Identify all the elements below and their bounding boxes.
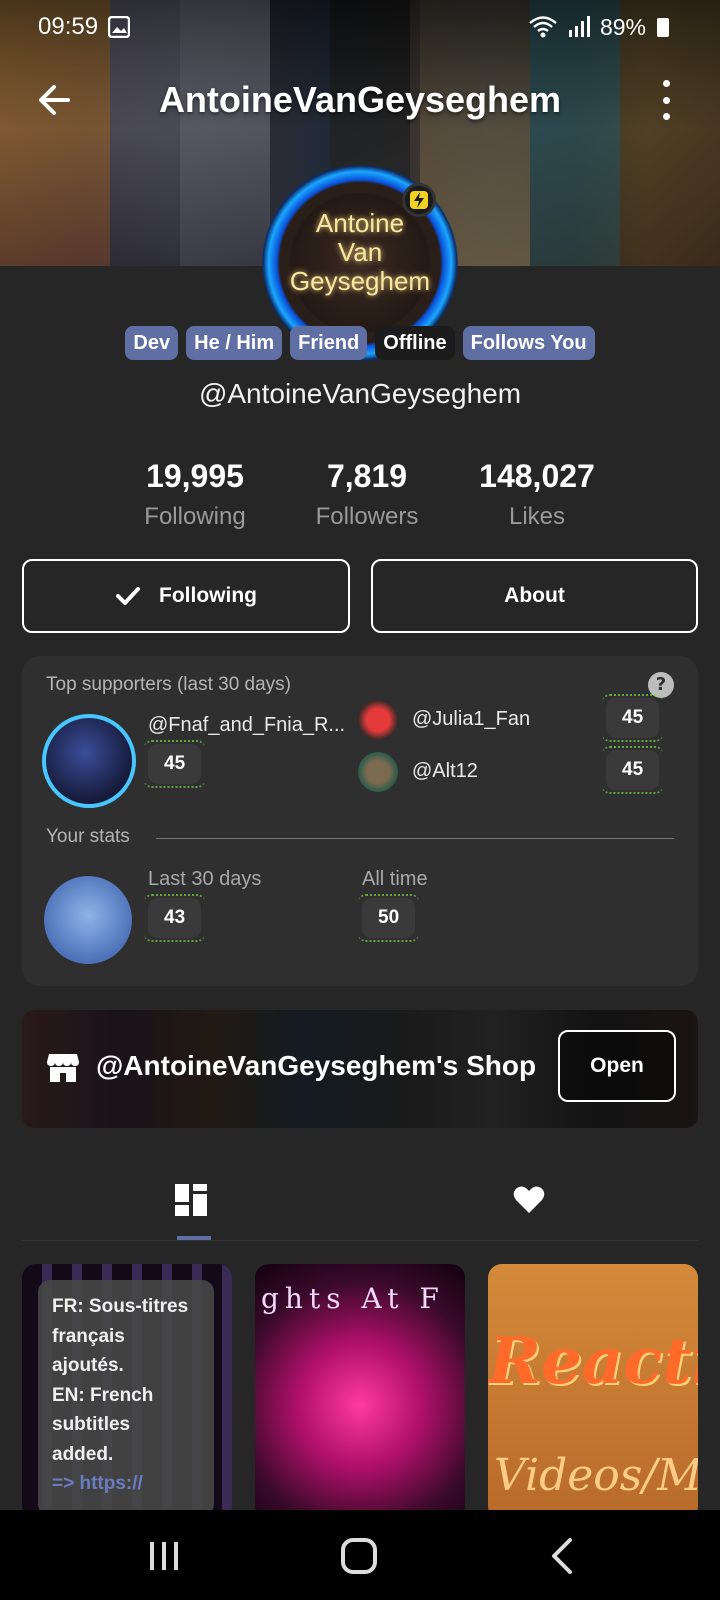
back-icon[interactable] bbox=[542, 1534, 586, 1578]
following-button-label: Following bbox=[159, 584, 257, 607]
about-button-label: About bbox=[504, 584, 565, 607]
badge-pronouns: He / Him bbox=[186, 326, 283, 360]
creator-badge-icon bbox=[402, 183, 436, 217]
supporters-card: Top supporters (last 30 days) ? @Fnaf_an… bbox=[22, 656, 698, 986]
more-options-icon[interactable] bbox=[658, 80, 674, 120]
tab-divider bbox=[22, 1240, 698, 1241]
all-time-value: 50 bbox=[357, 894, 420, 942]
supporter-avatar[interactable] bbox=[358, 752, 398, 792]
recent-apps-icon[interactable] bbox=[142, 1534, 186, 1578]
top-app-bar: AntoineVanGeyseghem bbox=[0, 70, 720, 130]
system-nav-bar bbox=[0, 1510, 720, 1600]
video-description-overlay: FR: Sous-titres français ajoutés. EN: Fr… bbox=[38, 1280, 214, 1516]
badge-follows-you: Follows You bbox=[462, 326, 595, 360]
supporter-amount: 45 bbox=[601, 694, 664, 742]
battery-percent: 89% bbox=[599, 13, 646, 40]
supporter-amount: 45 bbox=[601, 746, 664, 794]
back-arrow-icon[interactable] bbox=[34, 80, 74, 120]
supporter-name[interactable]: @Julia1_Fan bbox=[412, 708, 530, 731]
status-bar: 09:59 89% bbox=[38, 10, 670, 44]
active-tab-indicator bbox=[177, 1236, 211, 1240]
stat-followers[interactable]: 7,819 Followers bbox=[282, 458, 452, 531]
content-tabs bbox=[22, 1160, 698, 1240]
about-button[interactable]: About bbox=[371, 559, 698, 633]
stat-label: Followers bbox=[315, 503, 419, 530]
thumbnail-text: Reacti bbox=[488, 1324, 698, 1399]
gallery-icon bbox=[108, 16, 131, 38]
top-supporter-amount: 45 bbox=[143, 740, 206, 788]
my-avatar bbox=[44, 876, 132, 964]
badge-offline: Offline bbox=[375, 326, 455, 360]
profile-badges: Dev He / Him Friend Offline Follows You bbox=[0, 326, 720, 360]
wifi-icon bbox=[529, 16, 557, 38]
all-time-label: All time bbox=[362, 868, 428, 890]
avatar-text: Antoine Van Geyseghem bbox=[289, 208, 431, 296]
heart-icon bbox=[513, 1186, 545, 1213]
last-30-days-value: 43 bbox=[143, 894, 206, 942]
tab-videos[interactable] bbox=[22, 1160, 360, 1240]
top-supporter-avatar[interactable] bbox=[42, 714, 136, 808]
stat-value: 19,995 bbox=[146, 458, 244, 494]
grid-icon bbox=[175, 1184, 207, 1216]
description-link[interactable]: => https:// bbox=[52, 1469, 200, 1499]
badge-dev: Dev bbox=[125, 326, 179, 360]
shop-banner[interactable]: @AntoineVanGeyseghem's Shop Open bbox=[22, 1010, 698, 1128]
divider bbox=[156, 838, 674, 839]
signal-icon bbox=[568, 16, 590, 37]
profile-stats: 19,995 Following 7,819 Followers 148,027… bbox=[110, 458, 620, 538]
supporter-avatar[interactable] bbox=[358, 700, 398, 740]
video-thumbnail[interactable]: ghts At F bbox=[255, 1264, 465, 1520]
supporter-name[interactable]: @Alt12 bbox=[412, 760, 478, 783]
your-stats-label: Your stats bbox=[46, 826, 130, 847]
store-icon bbox=[47, 1054, 79, 1082]
stat-likes[interactable]: 148,027 Likes bbox=[452, 458, 622, 531]
stat-value: 7,819 bbox=[326, 458, 408, 494]
thumbnail-subtext: Videos/M bbox=[494, 1450, 698, 1501]
check-icon bbox=[116, 587, 140, 605]
supporters-title: Top supporters (last 30 days) bbox=[46, 674, 292, 695]
shop-open-button[interactable]: Open bbox=[558, 1030, 676, 1102]
profile-avatar[interactable]: Antoine Van Geyseghem bbox=[262, 165, 458, 361]
home-icon[interactable] bbox=[338, 1534, 382, 1578]
stat-label: Likes bbox=[508, 503, 566, 530]
tab-liked[interactable] bbox=[360, 1160, 698, 1240]
badge-friend: Friend bbox=[290, 326, 368, 360]
stat-value: 148,027 bbox=[479, 458, 595, 494]
video-thumbnail[interactable]: Reacti Videos/M bbox=[488, 1264, 698, 1520]
following-button[interactable]: Following bbox=[22, 559, 350, 633]
status-time: 09:59 bbox=[38, 13, 99, 40]
battery-icon bbox=[657, 18, 669, 37]
last-30-days-label: Last 30 days bbox=[148, 868, 262, 890]
profile-handle: @AntoineVanGeyseghem bbox=[198, 378, 522, 409]
stat-following[interactable]: 19,995 Following bbox=[110, 458, 280, 531]
stat-label: Following bbox=[144, 503, 246, 530]
page-title: AntoineVanGeyseghem bbox=[158, 79, 562, 120]
shop-title: @AntoineVanGeyseghem's Shop bbox=[96, 1050, 537, 1081]
top-supporter-name[interactable]: @Fnaf_and_Fnia_R... bbox=[148, 714, 345, 737]
thumbnail-text: ghts At F bbox=[261, 1282, 445, 1315]
